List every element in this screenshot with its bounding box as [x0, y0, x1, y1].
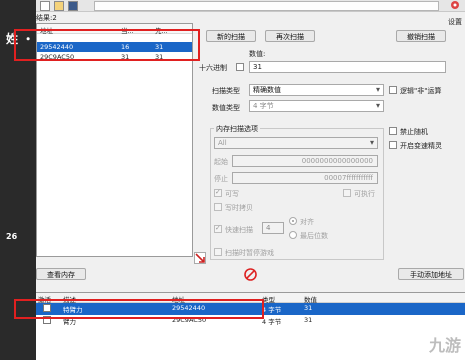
memory-options-title: 内存扫描选项 — [214, 124, 260, 134]
undo-scan-button[interactable]: 撤销扫描 — [396, 30, 446, 42]
start-label: 起始 — [214, 158, 228, 166]
fast-scan-checkbox[interactable] — [214, 224, 222, 233]
save-icon[interactable] — [68, 1, 78, 11]
value-type-label: 数值类型 — [212, 104, 240, 112]
highlight-box — [14, 299, 264, 319]
logic-not-label: 逻辑"非"运算 — [400, 87, 442, 95]
speedhack-label: 开启变速精灵 — [400, 142, 442, 150]
hex-checkbox[interactable] — [236, 63, 244, 71]
row-value: 31 — [304, 316, 313, 324]
results-count: 结果:2 — [36, 14, 57, 22]
watermark: 九游 — [428, 336, 461, 355]
view-memory-button[interactable]: 查看内存 — [36, 268, 86, 280]
align-radio[interactable] — [289, 217, 297, 225]
row-value: 31 — [304, 304, 313, 312]
copy-on-write-checkbox[interactable] — [214, 203, 222, 211]
pause-game-label: 扫描时暂停游戏 — [225, 249, 274, 257]
last-digits-label: 最后位数 — [300, 232, 328, 240]
highlight-box — [14, 29, 200, 61]
disable-random-label: 禁止随机 — [400, 128, 428, 136]
row-type: 4 字节 — [262, 318, 282, 326]
last-digits-radio[interactable] — [289, 231, 297, 239]
memory-region-select[interactable]: All — [214, 137, 378, 149]
row-type: 4 字节 — [262, 306, 282, 314]
new-scan-button[interactable]: 新的扫描 — [206, 30, 256, 42]
value-input[interactable]: 31 — [249, 61, 446, 73]
stop-label: 停止 — [214, 175, 228, 183]
fast-scan-label: 快速扫描 — [225, 226, 253, 234]
executable-checkbox[interactable] — [343, 189, 351, 197]
hex-label: 十六进制 — [199, 64, 227, 72]
disable-random-checkbox[interactable] — [389, 127, 397, 135]
process-name-bar — [94, 1, 439, 11]
stop-icon[interactable] — [244, 268, 257, 281]
scan-type-select[interactable]: 精确数值 — [249, 84, 384, 96]
settings-icon[interactable] — [446, 0, 464, 12]
logic-not-checkbox[interactable] — [389, 86, 397, 94]
executable-label: 可执行 — [354, 190, 375, 198]
pause-game-checkbox[interactable] — [214, 248, 222, 256]
open-file-icon[interactable] — [54, 1, 64, 11]
value-label: 数值: — [249, 50, 266, 58]
copy-on-write-label: 写时拷贝 — [225, 204, 253, 212]
align-label: 对齐 — [300, 218, 314, 226]
add-to-list-icon[interactable] — [194, 252, 206, 264]
add-address-button[interactable]: 手动添加地址 — [398, 268, 464, 280]
stop-address-input[interactable]: 00007fffffffffff — [232, 172, 378, 184]
scan-type-label: 扫描类型 — [212, 87, 240, 95]
open-process-icon[interactable] — [40, 1, 50, 11]
next-scan-button[interactable]: 再次扫描 — [265, 30, 315, 42]
fast-scan-input[interactable]: 4 — [262, 222, 284, 234]
writable-checkbox[interactable] — [214, 188, 222, 197]
settings-label: 设置 — [448, 18, 462, 26]
writable-label: 可写 — [225, 190, 239, 198]
overlay-number: 26 — [6, 232, 18, 241]
speedhack-checkbox[interactable] — [389, 141, 397, 149]
start-address-input[interactable]: 0000000000000000 — [232, 155, 378, 167]
value-type-select[interactable]: 4 字节 — [249, 100, 384, 112]
